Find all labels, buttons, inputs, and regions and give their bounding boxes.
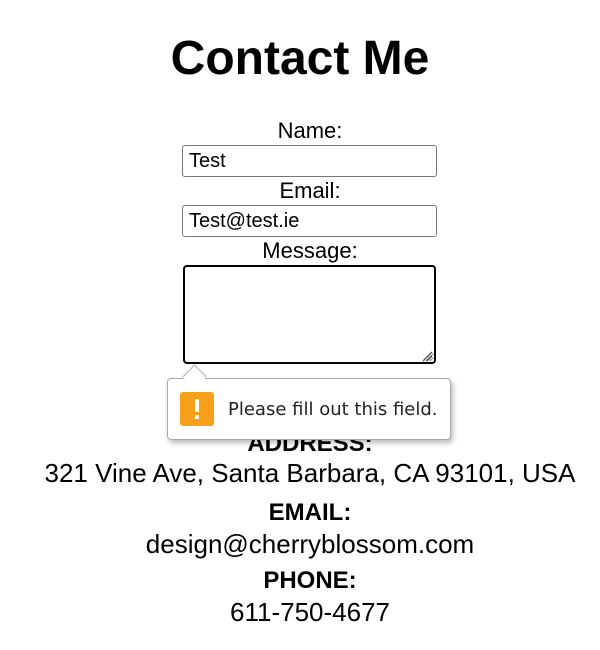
phone-value: 611-750-4677	[230, 597, 390, 627]
address-value: 321 Vine Ave, Santa Barbara, CA 93101, U…	[44, 458, 576, 488]
email-heading: EMAIL:	[268, 499, 352, 526]
warning-icon	[180, 392, 214, 426]
phone-heading: PHONE:	[263, 567, 357, 594]
email-input[interactable]	[182, 205, 437, 237]
message-textarea[interactable]	[183, 265, 436, 364]
name-label: Name:	[277, 118, 343, 143]
tooltip-arrow	[182, 364, 207, 389]
resize-grip-icon[interactable]	[421, 350, 433, 362]
name-input[interactable]	[182, 145, 437, 177]
validation-message: Please fill out this field.	[228, 399, 438, 420]
validation-tooltip: Please fill out this field.	[167, 364, 451, 440]
message-label: Message:	[262, 238, 358, 263]
email-value: design@cherryblossom.com	[145, 529, 475, 559]
email-label: Email:	[279, 178, 341, 203]
page-title: Contact Me	[170, 32, 430, 85]
